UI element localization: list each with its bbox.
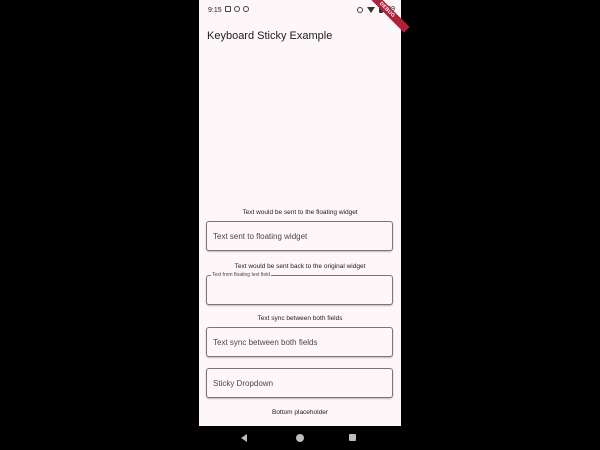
settings-icon xyxy=(243,6,249,12)
floating-widget-input[interactable]: Text sent to floating widget xyxy=(206,221,393,251)
phone-screen: 9:15 99 DEBUG Keyboard Sticky Example Te… xyxy=(199,0,410,450)
dnd-icon xyxy=(357,6,364,13)
floating-text-input[interactable]: Text from floating text field xyxy=(206,272,393,305)
bottom-placeholder: Bottom placeholder xyxy=(271,409,328,416)
notification-icons xyxy=(225,6,249,12)
sync-icon xyxy=(234,6,240,12)
back-icon[interactable] xyxy=(241,434,247,442)
floating-widget-label: Text would be sent to the floating widge… xyxy=(242,209,358,216)
app-surface: 9:15 99 DEBUG Keyboard Sticky Example Te… xyxy=(199,0,410,426)
sync-input-hint: Text sync between both fields xyxy=(213,338,318,347)
sync-input[interactable]: Text sync between both fields xyxy=(206,327,393,357)
recents-icon[interactable] xyxy=(349,434,356,441)
home-icon[interactable] xyxy=(296,434,304,442)
debug-banner: DEBUG xyxy=(364,0,410,33)
navigation-bar xyxy=(199,426,401,450)
original-widget-label: Text would be sent back to the original … xyxy=(234,263,366,270)
floating-text-field-label: Text from floating text field xyxy=(211,272,272,278)
sim-icon xyxy=(225,6,231,12)
wifi-icon xyxy=(367,6,376,13)
status-bar: 9:15 99 DEBUG xyxy=(199,0,410,33)
sync-label: Text sync between both fields xyxy=(257,315,343,322)
status-time: 9:15 xyxy=(208,7,222,14)
page-title: Keyboard Sticky Example xyxy=(207,30,333,42)
sticky-dropdown[interactable]: Sticky Dropdown xyxy=(206,368,393,398)
floating-widget-hint: Text sent to floating widget xyxy=(213,232,308,241)
sticky-dropdown-hint: Sticky Dropdown xyxy=(213,379,274,388)
